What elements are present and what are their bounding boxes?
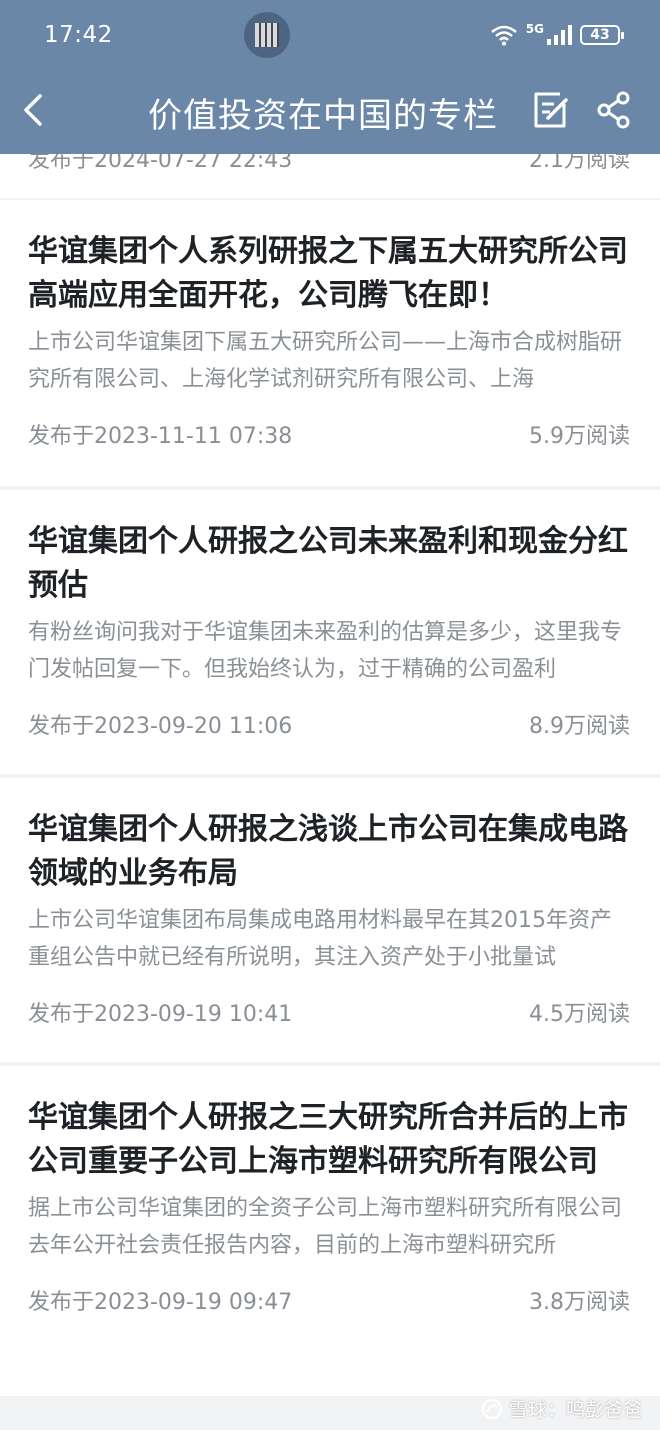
article-title: 华谊集团个人研报之浅谈上市公司在集成电路领域的业务布局 bbox=[28, 812, 628, 891]
article-summary: 上市公司华谊集团布局集成电路用材料最早在其2015年资产重组公告中就已经有所说明… bbox=[28, 908, 612, 970]
view-count: 4.5万阅读 bbox=[529, 1002, 630, 1027]
article-summary: 据上市公司华谊集团的全资子公司上海市塑料研究所有限公司去年公开社会责任报告内容，… bbox=[28, 1196, 623, 1258]
article-summary: 上市公司华谊集团下属五大研究所公司——上海市合成树脂研究所有限公司、上海化学试剂… bbox=[28, 330, 623, 392]
screen: 17:42 5G 43 价值投资在中国的专栏 发布于2024-07-27 22:… bbox=[0, 0, 660, 1430]
view-count: 3.8万阅读 bbox=[529, 1290, 630, 1315]
article-title: 华谊集团个人系列研报之下属五大研究所公司高端应用全面开花，公司腾飞在即！ bbox=[28, 234, 628, 313]
share-icon[interactable] bbox=[596, 90, 632, 130]
list-item-meta: 发布于2023-09-19 09:47 3.8万阅读 bbox=[28, 1284, 630, 1316]
snowball-logo-icon bbox=[481, 1398, 502, 1419]
list-item-meta: 发布于2023-11-11 07:38 5.9万阅读 bbox=[28, 418, 630, 450]
article-list: 发布于2024-07-27 22:43 2.1万阅读 华谊集团个人系列研报之下属… bbox=[0, 154, 660, 1396]
publish-date: 发布于2024-07-27 22:43 bbox=[28, 154, 293, 173]
view-count: 5.9万阅读 bbox=[529, 424, 630, 449]
watermark-text: 雪球：鸣彭爸爸 bbox=[508, 1399, 642, 1421]
qr-notification-icon bbox=[244, 12, 290, 58]
list-item-partial[interactable]: 发布于2024-07-27 22:43 2.1万阅读 bbox=[0, 154, 660, 198]
status-time: 17:42 bbox=[44, 22, 113, 48]
list-item[interactable]: 华谊集团个人研报之公司未来盈利和现金分红预估 有粉丝询问我对于华谊集团未来盈利的… bbox=[0, 490, 660, 774]
publish-date: 发布于2023-11-11 07:38 bbox=[28, 424, 293, 449]
nav-bar: 价值投资在中国的专栏 bbox=[0, 68, 660, 154]
publish-date: 发布于2023-09-19 10:41 bbox=[28, 1002, 293, 1027]
list-item-meta: 发布于2023-09-19 10:41 4.5万阅读 bbox=[28, 996, 630, 1028]
edit-icon[interactable] bbox=[530, 90, 570, 130]
publish-date: 发布于2023-09-20 11:06 bbox=[28, 714, 293, 739]
article-title: 华谊集团个人研报之公司未来盈利和现金分红预估 bbox=[28, 524, 628, 603]
view-count: 8.9万阅读 bbox=[529, 714, 630, 739]
list-item-meta: 发布于2023-09-20 11:06 8.9万阅读 bbox=[28, 708, 630, 740]
article-title: 华谊集团个人研报之三大研究所合并后的上市公司重要子公司上海市塑料研究所有限公司 bbox=[28, 1100, 628, 1179]
network-type: 5G bbox=[525, 22, 544, 36]
list-item[interactable]: 华谊集团个人系列研报之下属五大研究所公司高端应用全面开花，公司腾飞在即！ 上市公… bbox=[0, 200, 660, 486]
list-item[interactable]: 华谊集团个人研报之三大研究所合并后的上市公司重要子公司上海市塑料研究所有限公司 … bbox=[0, 1066, 660, 1396]
signal-icon bbox=[547, 25, 572, 45]
watermark: 雪球：鸣彭爸爸 bbox=[481, 1395, 642, 1422]
page-title: 价值投资在中国的专栏 bbox=[148, 96, 498, 136]
status-indicators: 5G 43 bbox=[490, 20, 624, 50]
status-bar: 17:42 5G 43 bbox=[0, 0, 660, 68]
back-icon[interactable] bbox=[18, 90, 48, 130]
list-item[interactable]: 华谊集团个人研报之浅谈上市公司在集成电路领域的业务布局 上市公司华谊集团布局集成… bbox=[0, 778, 660, 1062]
view-count: 2.1万阅读 bbox=[529, 154, 630, 173]
list-item-meta: 发布于2024-07-27 22:43 2.1万阅读 bbox=[28, 154, 630, 174]
publish-date: 发布于2023-09-19 09:47 bbox=[28, 1290, 293, 1315]
article-summary: 有粉丝询问我对于华谊集团未来盈利的估算是多少，这里我专门发帖回复一下。但我始终认… bbox=[28, 620, 623, 682]
wifi-icon bbox=[490, 25, 517, 46]
battery-icon: 43 bbox=[580, 25, 624, 45]
